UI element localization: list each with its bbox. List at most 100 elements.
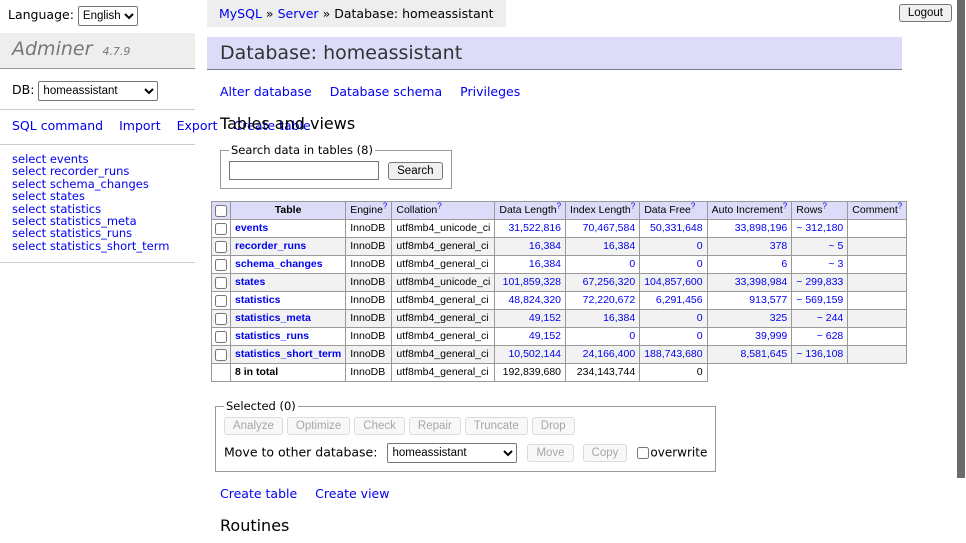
drop-button[interactable]: Drop (532, 417, 575, 435)
overwrite-checkbox[interactable] (637, 447, 649, 459)
rows-link[interactable]: ~ 5 (828, 240, 843, 252)
data-length-link[interactable]: 49,152 (529, 312, 561, 324)
auto-increment-link[interactable]: 378 (770, 240, 788, 252)
truncate-button[interactable]: Truncate (465, 417, 528, 435)
language-label: Language: (8, 7, 74, 22)
index-length-link[interactable]: 70,467,584 (583, 222, 636, 234)
data-length-link[interactable]: 16,384 (529, 240, 561, 252)
auto-increment-link[interactable]: 33,898,196 (735, 222, 788, 234)
breadcrumb-link-mysql[interactable]: MySQL (219, 6, 262, 21)
move-button[interactable]: Move (527, 444, 573, 462)
optimize-button[interactable]: Optimize (287, 417, 350, 435)
data-free-link[interactable]: 188,743,680 (644, 348, 702, 360)
data-length-link[interactable]: 48,824,320 (508, 294, 561, 306)
table-link-schema-changes[interactable]: schema_changes (235, 258, 323, 270)
table-link-events[interactable]: events (235, 222, 268, 234)
rows-link[interactable]: ~ 628 (817, 330, 844, 342)
index-length-link[interactable]: 72,220,672 (583, 294, 636, 306)
row-checkbox[interactable] (215, 331, 227, 343)
data-length-link[interactable]: 101,859,328 (503, 276, 561, 288)
row-checkbox[interactable] (215, 277, 227, 289)
move-database-select[interactable]: homeassistant (387, 443, 517, 463)
table-link-states[interactable]: states (235, 276, 265, 288)
index-length-link[interactable]: 0 (629, 258, 635, 270)
auto-increment-link[interactable]: 325 (770, 312, 788, 324)
data-free-link[interactable]: 0 (697, 312, 703, 324)
link-privileges[interactable]: Privileges (460, 84, 520, 99)
help-link[interactable]: ? (691, 202, 695, 211)
select-all-checkbox[interactable] (215, 205, 227, 217)
rows-link[interactable]: ~ 569,159 (796, 294, 843, 306)
breadcrumb-link-server[interactable]: Server (278, 6, 319, 21)
scrollbar-thumb[interactable] (957, 0, 965, 478)
sidebar-link-select-statistics-runs[interactable]: select statistics_runs (12, 227, 183, 239)
link-database-schema[interactable]: Database schema (330, 84, 442, 99)
row-checkbox[interactable] (215, 223, 227, 235)
table-link-statistics-runs[interactable]: statistics_runs (235, 330, 309, 342)
check-button[interactable]: Check (354, 417, 405, 435)
data-free-link[interactable]: 6,291,456 (656, 294, 703, 306)
auto-increment-link[interactable]: 39,999 (755, 330, 787, 342)
row-checkbox[interactable] (215, 295, 227, 307)
data-free-link[interactable]: 0 (697, 330, 703, 342)
auto-increment-link[interactable]: 6 (781, 258, 787, 270)
help-link[interactable]: ? (823, 202, 827, 211)
link-create-view[interactable]: Create view (315, 486, 389, 501)
data-length-link[interactable]: 16,384 (529, 258, 561, 270)
data-free-link[interactable]: 0 (697, 258, 703, 270)
index-length-link[interactable]: 0 (629, 330, 635, 342)
collation-cell: utf8mb4_general_ci (392, 292, 495, 310)
rows-link[interactable]: ~ 299,833 (796, 276, 843, 288)
auto-increment-link[interactable]: 33,398,984 (735, 276, 788, 288)
copy-button[interactable]: Copy (583, 444, 628, 462)
data-length-link[interactable]: 49,152 (529, 330, 561, 342)
db-select[interactable]: homeassistant (38, 81, 158, 101)
collation-cell: utf8mb4_unicode_ci (392, 220, 495, 238)
search-input[interactable] (229, 161, 379, 180)
auto-increment-link[interactable]: 8,581,645 (741, 348, 788, 360)
index-length-link[interactable]: 24,166,400 (583, 348, 636, 360)
row-checkbox[interactable] (215, 241, 227, 253)
table-link-recorder-runs[interactable]: recorder_runs (235, 240, 306, 252)
data-length-link[interactable]: 31,522,816 (508, 222, 561, 234)
help-link[interactable]: ? (783, 202, 787, 211)
link-create-table[interactable]: Create table (220, 486, 297, 501)
repair-button[interactable]: Repair (409, 417, 461, 435)
table-link-statistics-meta[interactable]: statistics_meta (235, 312, 311, 324)
row-checkbox[interactable] (215, 313, 227, 325)
adminer-app: Language:English Logout MySQL»Server»Dat… (0, 0, 966, 543)
search-button[interactable]: Search (388, 162, 442, 180)
table-link-statistics[interactable]: statistics (235, 294, 281, 306)
table-row-events: eventsInnoDButf8mb4_unicode_ci31,522,816… (212, 220, 907, 238)
sidebar-link-import[interactable]: Import (119, 118, 161, 133)
help-link[interactable]: ? (631, 202, 635, 211)
rows-link[interactable]: ~ 136,108 (796, 348, 843, 360)
analyze-button[interactable]: Analyze (224, 417, 283, 435)
index-length-link[interactable]: 16,384 (603, 312, 635, 324)
app-version: 4.7.9 (102, 45, 130, 58)
index-length-link[interactable]: 67,256,320 (583, 276, 636, 288)
index-length-link[interactable]: 16,384 (603, 240, 635, 252)
sidebar-link-select-statistics-short-term[interactable]: select statistics_short_term (12, 240, 183, 252)
table-link-statistics-short-term[interactable]: statistics_short_term (235, 348, 341, 360)
auto-increment-link[interactable]: 913,577 (749, 294, 787, 306)
help-link[interactable]: ? (437, 202, 441, 211)
sidebar-link-sql-command[interactable]: SQL command (12, 118, 103, 133)
data-free-link[interactable]: 0 (697, 240, 703, 252)
logout-button[interactable]: Logout (899, 4, 952, 22)
rows-link[interactable]: ~ 312,180 (796, 222, 843, 234)
help-link[interactable]: ? (557, 202, 561, 211)
rows-link[interactable]: ~ 3 (828, 258, 843, 270)
help-link[interactable]: ? (898, 202, 902, 211)
language-select[interactable]: English (78, 6, 138, 26)
row-checkbox[interactable] (215, 349, 227, 361)
data-free-link[interactable]: 50,331,648 (650, 222, 703, 234)
help-link[interactable]: ? (383, 202, 387, 211)
sidebar-link-select-states[interactable]: select states (12, 190, 183, 202)
rows-link[interactable]: ~ 244 (817, 312, 844, 324)
sidebar-link-select-recorder-runs[interactable]: select recorder_runs (12, 165, 183, 177)
data-free-link[interactable]: 104,857,600 (644, 276, 702, 288)
row-checkbox[interactable] (215, 259, 227, 271)
data-length-link[interactable]: 10,502,144 (508, 348, 561, 360)
link-alter-database[interactable]: Alter database (220, 84, 312, 99)
